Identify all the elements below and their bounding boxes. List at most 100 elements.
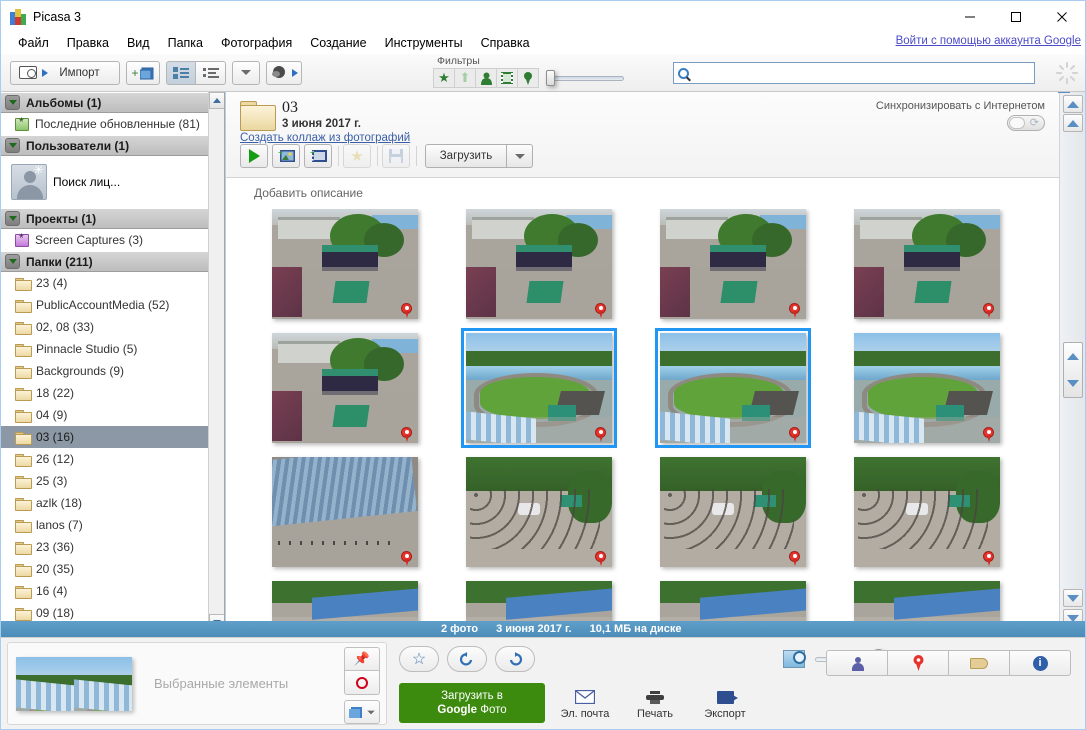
sidebar-group-folders[interactable]: Папки (211) <box>1 251 208 272</box>
upload-filter-icon[interactable]: ⬆ <box>454 68 476 88</box>
sidebar-item-recent-updated[interactable]: Последние обновленные (81) <box>1 113 208 135</box>
sidebar-group-projects[interactable]: Проекты (1) <box>1 208 208 229</box>
menu-folder[interactable]: Папка <box>159 34 212 52</box>
sidebar-item-folder-20[interactable]: 20 (35) <box>1 558 208 580</box>
import-button[interactable]: Импорт <box>10 60 120 85</box>
sidebar-item-folder-26[interactable]: 26 (12) <box>1 448 208 470</box>
sidebar-scrollbar[interactable] <box>208 92 224 631</box>
video-filter-icon[interactable] <box>496 68 518 88</box>
thumb-roof-1[interactable] <box>272 457 418 567</box>
create-collage-link[interactable]: Создать коллаж из фотографий <box>240 132 410 144</box>
thumb-stadium-2[interactable] <box>655 328 811 448</box>
main-scrollbar[interactable] <box>1057 92 1085 631</box>
info-panel-button[interactable]: i <box>1009 650 1071 676</box>
collapse-toggle-icon[interactable] <box>5 211 20 226</box>
thumb-crowd-2[interactable] <box>660 457 806 567</box>
collapse-toggle-icon[interactable] <box>5 254 20 269</box>
maximize-button[interactable] <box>993 1 1039 32</box>
people-panel-button[interactable] <box>826 650 888 676</box>
print-action[interactable]: Печать <box>625 686 685 720</box>
thumb-plaza-3[interactable] <box>660 209 806 319</box>
scroll-down-button[interactable] <box>1063 589 1083 607</box>
search-input[interactable] <box>695 65 1034 81</box>
email-action[interactable]: Эл. почта <box>555 686 615 720</box>
face-filter-icon[interactable] <box>475 68 497 88</box>
menu-photo[interactable]: Фотография <box>212 34 301 52</box>
thumb-plaza-2[interactable] <box>466 209 612 319</box>
collapse-toggle-icon[interactable] <box>5 138 20 153</box>
save-button[interactable] <box>382 144 410 168</box>
sidebar-item-folder-azlk[interactable]: azlk (18) <box>1 492 208 514</box>
sidebar-item-folder-23b[interactable]: 23 (36) <box>1 536 208 558</box>
rotate-left-button[interactable] <box>447 646 487 672</box>
scroll-up-icon[interactable] <box>209 92 224 109</box>
upload-to-google-photos-button[interactable]: Загрузить в Google Фото <box>399 683 545 723</box>
sidebar-group-albums[interactable]: Альбомы (1) <box>1 92 208 113</box>
menu-edit[interactable]: Правка <box>58 34 118 52</box>
sidebar-item-folder-lanos[interactable]: lanos (7) <box>1 514 208 536</box>
sidebar-item-face-search[interactable]: ✳ Поиск лиц... <box>1 156 208 208</box>
sidebar-item-folder-backgrounds[interactable]: Backgrounds (9) <box>1 360 208 382</box>
add-photo-button[interactable]: + <box>272 144 300 168</box>
sidebar-item-folder-25[interactable]: 25 (3) <box>1 470 208 492</box>
rotate-right-button[interactable] <box>495 646 535 672</box>
search-box[interactable] <box>673 62 1035 84</box>
view-list-small-icon[interactable] <box>196 60 226 85</box>
sidebar-item-folder-16[interactable]: 16 (4) <box>1 580 208 602</box>
menu-help[interactable]: Справка <box>472 34 539 52</box>
main-scrollbar-thumb[interactable] <box>1063 342 1083 398</box>
scroll-top-button[interactable] <box>1057 92 1083 113</box>
scroll-up-button[interactable] <box>1062 114 1083 132</box>
thumb-crowd-3[interactable] <box>854 457 1000 567</box>
places-panel-button[interactable] <box>887 650 949 676</box>
star-folder-button[interactable]: ★ <box>343 144 371 168</box>
filter-slider-thumb[interactable] <box>546 70 555 86</box>
google-signin-link[interactable]: Войти с помощью аккаунта Google <box>896 35 1081 47</box>
thumb-plaza-4[interactable] <box>854 209 1000 319</box>
slideshow-button[interactable] <box>266 60 302 85</box>
filter-slider[interactable] <box>546 70 624 86</box>
upload-dropdown-button[interactable] <box>507 144 533 168</box>
sidebar-item-folder-pinnacle-studio[interactable]: Pinnacle Studio (5) <box>1 338 208 360</box>
view-dropdown-button[interactable] <box>232 60 260 85</box>
sidebar-group-people[interactable]: Пользователи (1) <box>1 135 208 156</box>
sidebar-item-folder-18[interactable]: 18 (22) <box>1 382 208 404</box>
sidebar-item-folder-0208[interactable]: 02, 08 (33) <box>1 316 208 338</box>
star-filter-icon[interactable]: ★ <box>433 68 455 88</box>
sidebar-item-folder-03[interactable]: 03 (16) <box>1 426 208 448</box>
menu-view[interactable]: Вид <box>118 34 159 52</box>
sync-toggle[interactable]: ⟳ <box>1007 115 1045 131</box>
menu-tools[interactable]: Инструменты <box>376 34 472 52</box>
description-row[interactable]: Добавить описание <box>226 178 1059 208</box>
export-action[interactable]: Экспорт <box>695 686 755 720</box>
thumb-plaza-1[interactable] <box>272 209 418 319</box>
upload-button[interactable]: Загрузить <box>425 144 507 168</box>
add-movie-button[interactable]: + <box>304 144 332 168</box>
sidebar-item-folder-publicaccountmedia[interactable]: PublicAccountMedia (52) <box>1 294 208 316</box>
photo-tray[interactable]: Выбранные элементы 📌 <box>7 642 387 725</box>
clear-tray-button[interactable] <box>344 671 380 695</box>
collapse-toggle-icon[interactable] <box>5 95 20 110</box>
thumb-stadium-1[interactable] <box>461 328 617 448</box>
tray-thumb-1[interactable] <box>16 656 74 711</box>
info-icon: i <box>1032 655 1048 671</box>
tags-panel-button[interactable] <box>948 650 1010 676</box>
hold-pin-button[interactable]: 📌 <box>344 647 380 671</box>
tray-thumb-2[interactable] <box>74 656 132 711</box>
menu-create[interactable]: Создание <box>301 34 375 52</box>
thumb-plaza-5[interactable] <box>272 333 418 443</box>
sidebar-item-folder-23a[interactable]: 23 (4) <box>1 272 208 294</box>
geotag-filter-icon[interactable] <box>517 68 539 88</box>
menu-file[interactable]: Файл <box>9 34 58 52</box>
star-button[interactable]: ☆ <box>399 646 439 672</box>
thumb-stadium-3[interactable] <box>854 333 1000 443</box>
sidebar-item-screen-captures[interactable]: Screen Captures (3) <box>1 229 208 251</box>
sidebar-item-folder-04[interactable]: 04 (9) <box>1 404 208 426</box>
minimize-button[interactable] <box>947 1 993 32</box>
close-button[interactable] <box>1039 1 1085 32</box>
add-folder-button[interactable]: + <box>126 60 160 85</box>
play-slideshow-button[interactable] <box>240 144 268 168</box>
view-list-large-icon[interactable] <box>166 60 196 85</box>
add-to-album-button[interactable] <box>344 700 380 724</box>
thumb-crowd-1[interactable] <box>466 457 612 567</box>
